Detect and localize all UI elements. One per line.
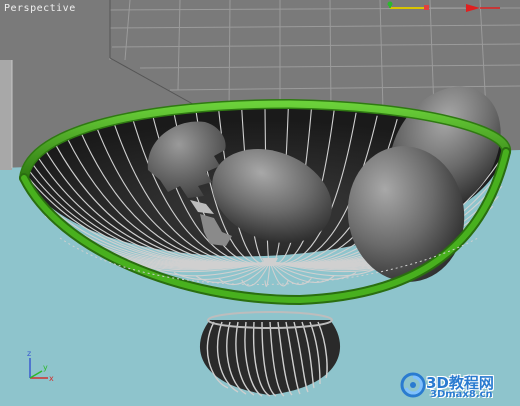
swirl-logo-icon	[400, 372, 426, 398]
axis-z-label: z	[27, 349, 31, 358]
perspective-viewport[interactable]: z y x Perspective 3D教程网 3Dmax8.cn	[0, 0, 520, 406]
axis-y-label: y	[43, 363, 48, 372]
viewport-label[interactable]: Perspective	[4, 3, 76, 14]
watermark: 3D教程网 3Dmax8.cn	[400, 372, 512, 402]
axis-x-label: x	[49, 374, 54, 383]
watermark-url: 3Dmax8.cn	[430, 389, 493, 400]
viewport-scene[interactable]: z y x	[0, 0, 520, 406]
top-axis-gizmo	[387, 1, 500, 12]
